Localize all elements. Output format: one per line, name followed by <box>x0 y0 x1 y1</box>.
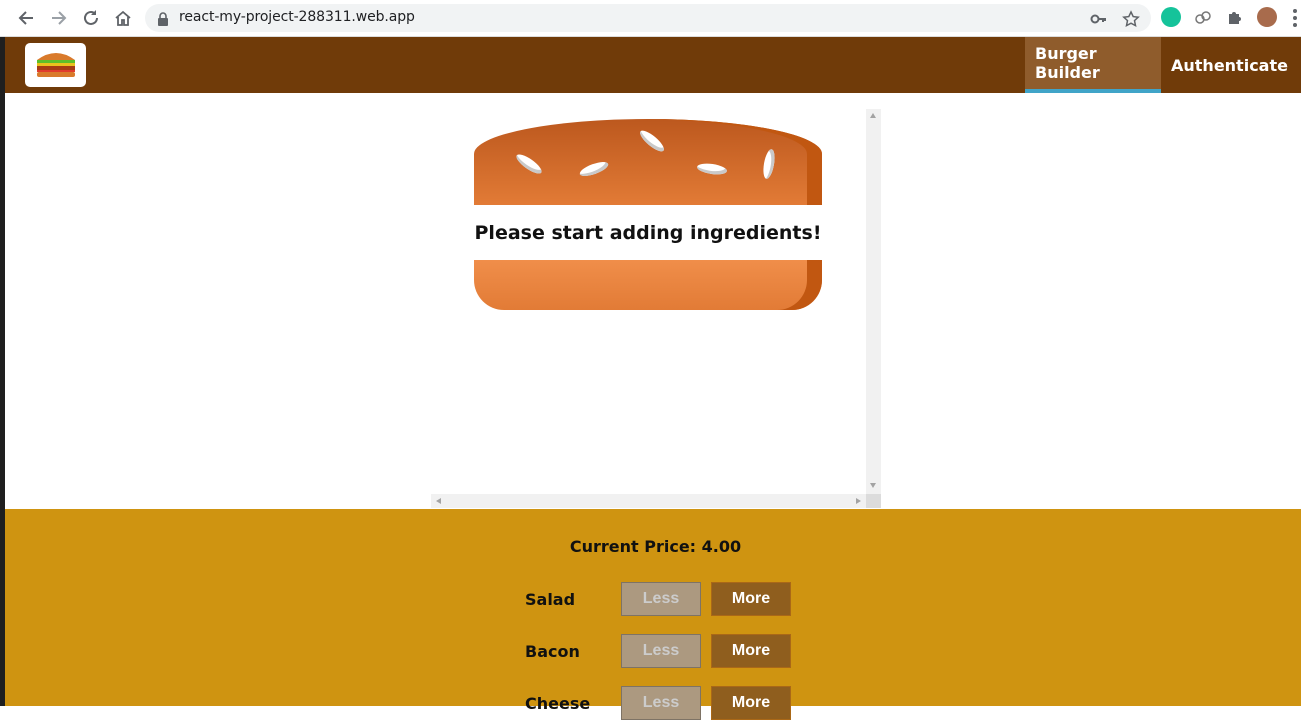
burger-logo-icon <box>36 53 75 77</box>
seed <box>578 159 610 179</box>
control-row-bacon: Bacon Less More <box>5 634 1301 668</box>
seed <box>761 148 777 180</box>
build-controls: Current Price: 4.00 Salad Less More Baco… <box>5 509 1301 720</box>
puzzle-icon[interactable] <box>1225 7 1245 27</box>
seed <box>513 151 545 177</box>
more-bacon-button[interactable]: More <box>711 634 791 668</box>
scroll-up-icon[interactable] <box>870 113 876 118</box>
browser-chrome: react-my-project-288311.web.app <box>0 0 1301 37</box>
horizontal-scrollbar[interactable] <box>431 494 866 508</box>
app-toolbar: Burger Builder Authenticate <box>5 37 1301 93</box>
bread-bottom <box>474 260 822 310</box>
extension-icon[interactable] <box>1193 7 1213 27</box>
burger-preview: Please start adding ingredients! <box>431 109 881 508</box>
empty-burger-message: Please start adding ingredients! <box>474 221 822 244</box>
ingredient-label: Cheese <box>525 694 591 713</box>
forward-icon[interactable] <box>47 6 71 30</box>
key-icon[interactable] <box>1090 10 1108 28</box>
seed <box>637 127 667 155</box>
scroll-down-icon[interactable] <box>870 483 876 488</box>
less-cheese-button[interactable]: Less <box>621 686 701 720</box>
current-price: Current Price: 4.00 <box>569 537 742 556</box>
seed <box>696 161 728 177</box>
scroll-right-icon[interactable] <box>856 498 861 504</box>
ingredient-label: Bacon <box>525 642 580 661</box>
vertical-scrollbar[interactable] <box>866 109 881 494</box>
more-cheese-button[interactable]: More <box>711 686 791 720</box>
reload-icon[interactable] <box>79 6 103 30</box>
ingredient-label: Salad <box>525 590 576 609</box>
menu-icon[interactable] <box>1293 9 1297 27</box>
less-salad-button[interactable]: Less <box>621 582 701 616</box>
lock-icon <box>157 11 169 30</box>
url-text: react-my-project-288311.web.app <box>179 9 415 25</box>
control-row-cheese: Cheese Less More <box>5 686 1301 720</box>
less-bacon-button[interactable]: Less <box>621 634 701 668</box>
more-salad-button[interactable]: More <box>711 582 791 616</box>
nav-authenticate[interactable]: Authenticate <box>1161 37 1291 93</box>
grammarly-icon[interactable] <box>1161 7 1181 27</box>
bread-top <box>474 119 822 205</box>
logo[interactable] <box>25 43 86 87</box>
address-bar[interactable]: react-my-project-288311.web.app <box>145 4 1151 32</box>
star-icon[interactable] <box>1122 10 1140 28</box>
nav-burger-builder[interactable]: Burger Builder <box>1025 37 1161 93</box>
control-row-salad: Salad Less More <box>5 582 1301 616</box>
back-icon[interactable] <box>14 6 38 30</box>
home-icon[interactable] <box>111 6 135 30</box>
scroll-left-icon[interactable] <box>436 498 441 504</box>
scrollbar-corner <box>866 494 881 508</box>
avatar[interactable] <box>1257 7 1277 27</box>
